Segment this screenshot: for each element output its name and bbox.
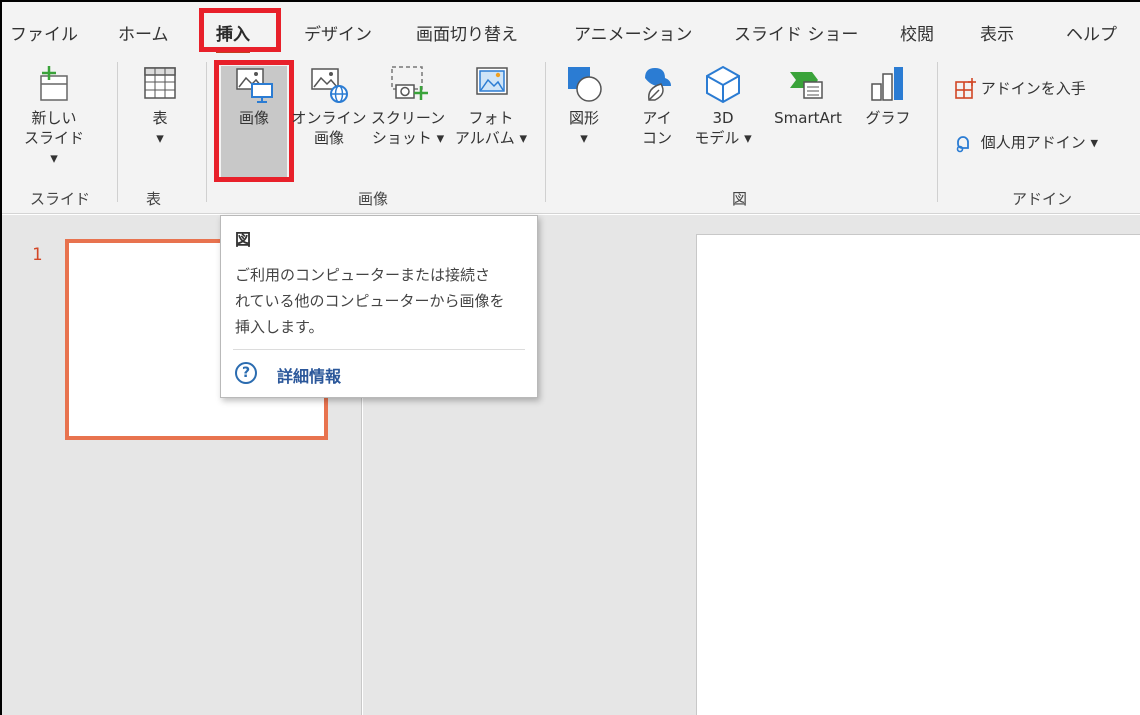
- group-label-addins: アドイン: [1012, 190, 1073, 208]
- 3d-models-button[interactable]: 3D モデル ▾: [688, 64, 758, 148]
- group-label-images: 画像: [358, 190, 389, 208]
- tab-home[interactable]: ホーム: [118, 20, 169, 45]
- tooltip-description-line-1: ご利用のコンピューターまたは接続さ: [235, 266, 491, 284]
- tab-transitions[interactable]: 画面切り替え: [416, 20, 518, 45]
- my-addins-button[interactable]: 個人用アドイン ▾: [954, 132, 1134, 154]
- icons-icon: [645, 68, 671, 101]
- shapes-button[interactable]: 図形 ▾: [557, 64, 611, 148]
- powerpoint-window: ファイル ホーム 挿入 デザイン 画面切り替え アニメーション スライド ショー…: [0, 0, 1140, 715]
- ribbon-tab-bar: ファイル ホーム 挿入 デザイン 画面切り替え アニメーション スライド ショー…: [2, 2, 1140, 54]
- screenshot-icon: [391, 66, 428, 100]
- table-button[interactable]: 表 ▾: [132, 64, 188, 148]
- icons-label-1: アイ: [642, 109, 672, 127]
- tab-help[interactable]: ヘルプ: [1066, 20, 1117, 45]
- shapes-icon: [568, 67, 602, 102]
- screenshot-button[interactable]: スクリーン ショット ▾: [366, 64, 450, 148]
- photo-album-icon: [476, 67, 508, 95]
- insert-tab-highlight: [199, 8, 281, 52]
- tab-design[interactable]: デザイン: [304, 20, 372, 45]
- tab-view[interactable]: 表示: [980, 20, 1014, 45]
- 3d-models-label-2: モデル ▾: [694, 129, 752, 147]
- smartart-icon: [790, 72, 823, 99]
- table-label: 表: [152, 109, 168, 127]
- photo-album-label-1: フォト: [468, 109, 514, 127]
- online-image-button[interactable]: オンライン 画像: [290, 64, 368, 148]
- online-image-label-2: 画像: [313, 129, 344, 147]
- tab-review[interactable]: 校閲: [900, 20, 934, 45]
- store-icon: [955, 78, 976, 99]
- table-icon: [144, 67, 176, 99]
- tab-file[interactable]: ファイル: [10, 20, 78, 45]
- tooltip-description-line-3: 挿入します。: [235, 318, 324, 336]
- shapes-label: 図形: [568, 109, 599, 127]
- photo-album-label-2: アルバム ▾: [454, 129, 528, 147]
- group-label-tables: 表: [146, 190, 162, 208]
- tab-slideshow[interactable]: スライド ショー: [734, 20, 858, 45]
- group-label-illustrations: 図: [732, 190, 748, 208]
- icons-button[interactable]: アイ コン: [632, 64, 682, 148]
- image-button-highlight: [214, 60, 294, 182]
- group-label-slides: スライド: [30, 190, 91, 208]
- shapes-dropdown-arrow: ▾: [580, 129, 588, 147]
- get-addins-label: アドインを入手: [980, 79, 1086, 98]
- slide-number: 1: [32, 245, 43, 265]
- image-tooltip: 図 ご利用のコンピューターまたは接続さ れている他のコンピューターから画像を 挿…: [220, 215, 538, 398]
- 3d-models-label-1: 3D: [712, 109, 734, 127]
- new-slide-label-1: 新しい: [31, 109, 77, 127]
- chart-icon: [871, 67, 903, 101]
- new-slide-button[interactable]: 新しい スライド ▾: [24, 64, 84, 168]
- table-dropdown-arrow: ▾: [156, 129, 164, 147]
- tooltip-title: 図: [235, 230, 252, 249]
- chart-label: グラフ: [865, 109, 911, 127]
- new-slide-icon: [40, 66, 68, 101]
- icons-label-2: コン: [641, 129, 672, 147]
- tooltip-divider: [233, 349, 525, 350]
- slide-canvas[interactable]: [696, 234, 1140, 715]
- photo-album-button[interactable]: フォト アルバム ▾: [446, 64, 536, 148]
- tab-animations[interactable]: アニメーション: [574, 20, 692, 45]
- help-icon[interactable]: ?: [235, 362, 257, 384]
- more-info-link[interactable]: 詳細情報: [277, 363, 341, 387]
- new-slide-label-2: スライド ▾: [24, 129, 85, 167]
- screenshot-label-1: スクリーン: [370, 109, 446, 127]
- get-addins-button[interactable]: アドインを入手: [954, 78, 1124, 100]
- smartart-label: SmartArt: [774, 109, 842, 127]
- addin-icon: [956, 136, 969, 153]
- 3d-model-icon: [706, 65, 740, 104]
- online-image-label-1: オンライン: [291, 109, 367, 127]
- chart-button[interactable]: グラフ: [860, 64, 916, 128]
- screenshot-label-2: ショット ▾: [371, 129, 445, 147]
- my-addins-label: 個人用アドイン ▾: [980, 133, 1099, 152]
- online-picture-icon: [311, 68, 348, 103]
- smartart-button[interactable]: SmartArt: [762, 64, 854, 128]
- tooltip-description-line-2: れている他のコンピューターから画像を: [235, 292, 505, 310]
